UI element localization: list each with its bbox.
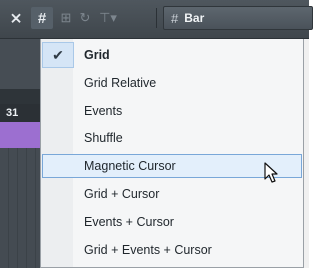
menu-item-label: Grid <box>84 48 110 62</box>
menu-item-grid[interactable]: ✔ Grid <box>42 42 302 68</box>
cursor-icon: ⊤▾ <box>99 10 117 25</box>
checkmark-icon: ✔ <box>42 42 74 68</box>
menu-item-label: Grid Relative <box>84 76 157 90</box>
grid-type-icon: # <box>171 10 179 26</box>
mouse-pointer-icon <box>264 162 278 183</box>
toolbar: ⨯ # ⊞ ↻ ⊤▾ # Bar <box>0 0 313 39</box>
toolbar-separator <box>156 8 157 28</box>
menu-item-label: Shuffle <box>84 131 123 145</box>
ruler-bar-number: 31 <box>0 104 40 122</box>
menu-item-label: Grid + Cursor <box>84 187 160 201</box>
snap-toggle-button[interactable]: ⨯ <box>4 7 28 29</box>
ruler-area <box>0 89 40 104</box>
menu-item-label: Events <box>84 104 123 118</box>
menu-item-label: Events + Cursor <box>84 215 174 229</box>
cursor-snap-button[interactable]: ⊤▾ <box>97 7 119 29</box>
loop-icon: ↻ <box>79 10 91 25</box>
menu-item-grid-relative[interactable]: Grid Relative <box>42 71 302 95</box>
snap-mode-menu: ✔ Grid Grid Relative Events Shuffle Magn… <box>40 39 304 268</box>
grid-alt-icon: ⊞ <box>60 10 72 25</box>
track-area <box>0 39 40 89</box>
menu-item-magnetic-cursor[interactable]: Magnetic Cursor <box>42 154 302 178</box>
menu-item-events[interactable]: Events <box>42 99 302 123</box>
menu-item-events-cursor[interactable]: Events + Cursor <box>42 210 302 234</box>
menu-item-shuffle[interactable]: Shuffle <box>42 126 302 150</box>
grid-type-dropdown[interactable]: # Bar <box>163 6 313 30</box>
menu-item-label: Magnetic Cursor <box>84 159 176 173</box>
menu-item-grid-events-cursor[interactable]: Grid + Events + Cursor <box>42 238 302 262</box>
quantize-button[interactable]: ↻ <box>76 7 94 29</box>
menu-item-label: Grid + Events + Cursor <box>84 243 212 257</box>
snap-mode-icon-2[interactable]: ⊞ <box>58 7 74 29</box>
snap-mode-button[interactable]: # <box>31 7 53 29</box>
grid-icon: # <box>37 9 47 27</box>
audio-event[interactable] <box>0 122 40 148</box>
snap-toggle-icon: ⨯ <box>9 10 23 27</box>
menu-item-grid-cursor[interactable]: Grid + Cursor <box>42 182 302 206</box>
grid-type-label: Bar <box>184 11 205 25</box>
track-lanes <box>0 148 40 268</box>
